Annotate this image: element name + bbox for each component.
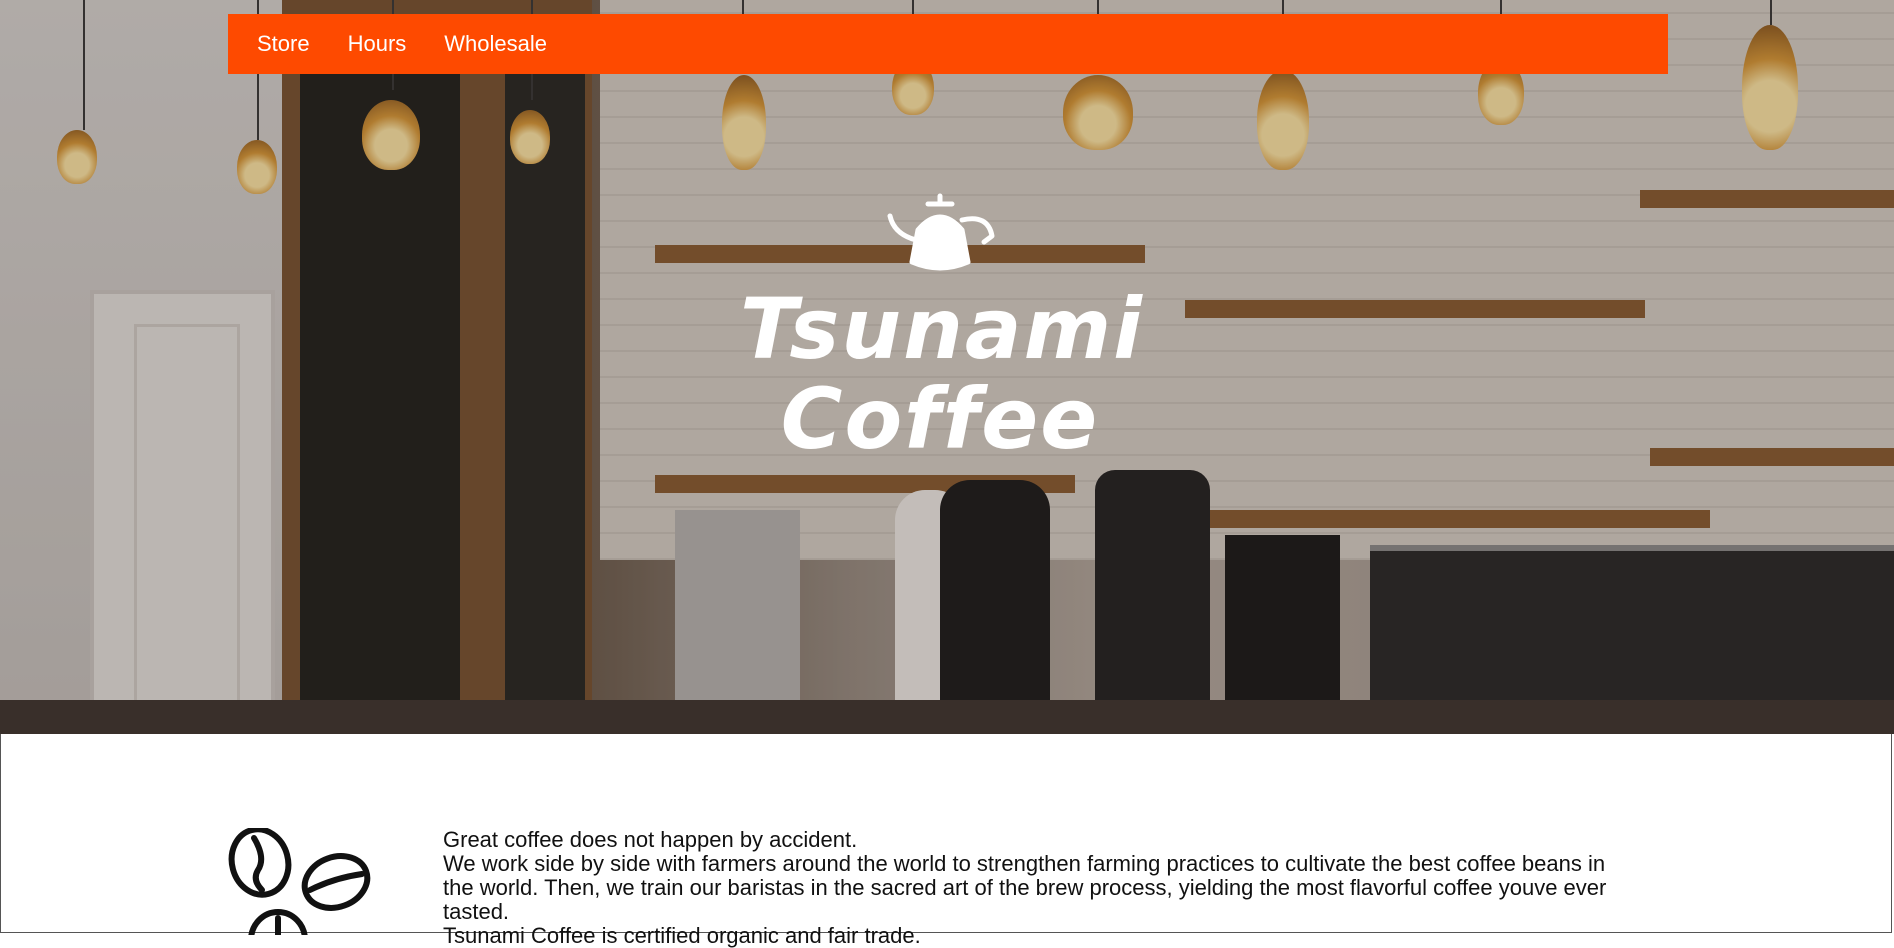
- intro-text: Great coffee does not happen by accident…: [443, 828, 1633, 948]
- nav-hours-link[interactable]: Hours: [348, 31, 407, 57]
- top-nav: Store Hours Wholesale: [228, 14, 1668, 74]
- intro-headline: Great coffee does not happen by accident…: [443, 827, 858, 852]
- coffee-beans-icon: [226, 828, 376, 935]
- coffee-kettle-icon: [887, 193, 995, 271]
- intro-paragraph: We work side by side with farmers around…: [443, 851, 1607, 924]
- nav-wholesale-link[interactable]: Wholesale: [444, 31, 547, 57]
- hero-banner: Tsunami Coffee: [0, 0, 1894, 734]
- logo-line-2: Coffee: [780, 370, 1100, 468]
- nav-store-link[interactable]: Store: [257, 31, 310, 57]
- intro-certification: Tsunami Coffee is certified organic and …: [443, 923, 921, 948]
- logo-line-1: Tsunami: [740, 280, 1144, 378]
- brand-logo[interactable]: Tsunami Coffee: [740, 190, 1144, 470]
